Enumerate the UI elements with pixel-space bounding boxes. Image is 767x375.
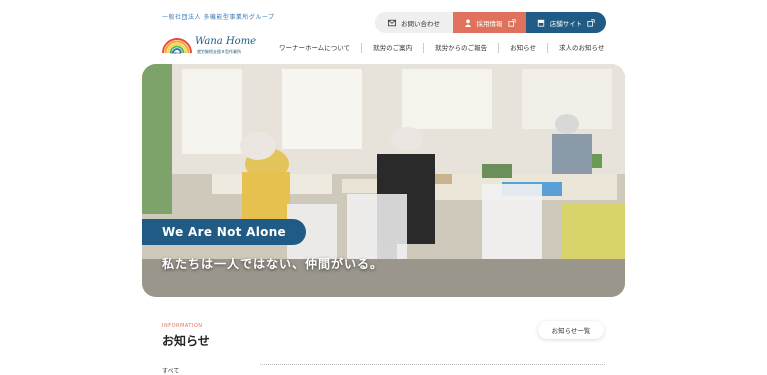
external-link-icon <box>587 18 595 27</box>
nav-jobs[interactable]: 求人のお知らせ <box>547 43 615 53</box>
nav-work-guide[interactable]: 就労のご案内 <box>361 43 423 53</box>
hero-badge: We Are Not Alone <box>142 219 306 245</box>
logo-subtitle: 就労継続支援Ｂ型作業所 <box>197 49 241 54</box>
logo-mark-text: Wana <box>170 50 182 55</box>
site-logo[interactable]: Wana Wana Home 就労継続支援Ｂ型作業所 <box>161 35 261 57</box>
contact-label: お問い合わせ <box>401 19 440 28</box>
header-buttons: お問い合わせ 採用情報 店舗サイト <box>375 12 606 33</box>
store-label: 店舗サイト <box>549 19 583 28</box>
rainbow-logo-icon: Wana <box>162 38 192 55</box>
contact-button[interactable]: お問い合わせ <box>375 12 453 33</box>
person-icon <box>464 19 471 27</box>
hero-banner: We Are Not Alone 私たちは一人ではない、仲間がいる。 <box>142 64 625 297</box>
nav-about[interactable]: ワーナーホームについて <box>268 43 361 53</box>
store-site-button[interactable]: 店舗サイト <box>526 12 606 33</box>
info-title: お知らせ <box>162 334 210 348</box>
info-label: INFORMATION <box>162 323 203 329</box>
nav-reports[interactable]: 就労からのご報告 <box>423 43 498 53</box>
mail-icon <box>388 19 396 26</box>
tagline: 一般社団法人 多機能型事業所グループ <box>162 14 275 21</box>
news-list-button[interactable]: お知らせ一覧 <box>538 321 604 339</box>
nav-news[interactable]: お知らせ <box>498 43 547 53</box>
recruit-label: 採用情報 <box>476 19 503 28</box>
tab-all[interactable]: すべて <box>162 366 179 375</box>
main-nav: ワーナーホームについて 就労のご案内 就労からのご報告 お知らせ 求人のお知らせ <box>268 42 615 54</box>
divider <box>260 364 605 365</box>
external-link-icon <box>507 18 516 27</box>
shop-icon <box>537 19 544 27</box>
logo-brand: Wana Home <box>195 36 257 47</box>
recruit-button[interactable]: 採用情報 <box>453 12 526 33</box>
hero-subtitle: 私たちは一人ではない、仲間がいる。 <box>162 257 384 271</box>
